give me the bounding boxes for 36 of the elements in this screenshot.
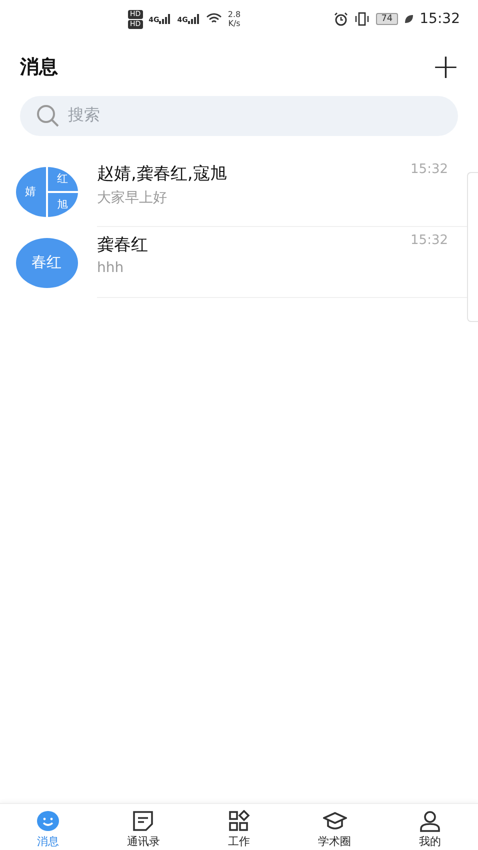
nav-tab[interactable]: 工作 bbox=[191, 804, 287, 850]
speed-unit: K/s bbox=[228, 19, 240, 28]
leaf-icon bbox=[404, 14, 414, 24]
person-icon bbox=[418, 810, 442, 832]
nav-tab[interactable]: 通讯录 bbox=[96, 804, 192, 850]
nav-tab[interactable]: 我的 bbox=[382, 804, 478, 850]
avatar-name: 婧 bbox=[16, 166, 46, 216]
search-input[interactable]: 搜索 bbox=[66, 106, 442, 126]
wifi-icon bbox=[206, 13, 222, 25]
conversation-name: 龚春红 bbox=[97, 234, 148, 256]
nav-tab[interactable]: 消息 bbox=[0, 804, 96, 850]
add-button[interactable]: + bbox=[432, 52, 460, 82]
grid-icon bbox=[226, 810, 251, 832]
signal-icon bbox=[159, 14, 172, 24]
side-handle[interactable] bbox=[467, 172, 478, 322]
alarm-icon bbox=[334, 12, 348, 26]
vibrate-icon bbox=[354, 12, 370, 26]
search-icon bbox=[36, 104, 60, 128]
message-preview: 大家早上好 bbox=[97, 189, 168, 207]
speed-value: 2.8 bbox=[228, 10, 241, 19]
search-field[interactable]: 搜索 bbox=[20, 96, 458, 136]
message-preview: hhh bbox=[97, 260, 125, 276]
page-title: 消息 bbox=[20, 55, 58, 80]
graduation-cap-icon bbox=[322, 810, 347, 832]
nav-tab[interactable]: 学术圈 bbox=[286, 804, 382, 850]
message-time: 15:32 bbox=[410, 233, 448, 250]
smiley-icon bbox=[36, 810, 60, 832]
clock-time: 15:32 bbox=[420, 11, 460, 27]
conversation-name: 赵婧,龚春红,寇旭 bbox=[97, 163, 227, 185]
message-time: 15:32 bbox=[410, 162, 448, 179]
avatar-name: 红 bbox=[48, 166, 78, 190]
message-card-icon bbox=[131, 810, 156, 832]
battery-level: 74 bbox=[376, 13, 398, 25]
avatar-name: 旭 bbox=[48, 192, 78, 216]
signal-icon bbox=[188, 14, 200, 24]
avatar-name: 春红 bbox=[32, 253, 62, 272]
